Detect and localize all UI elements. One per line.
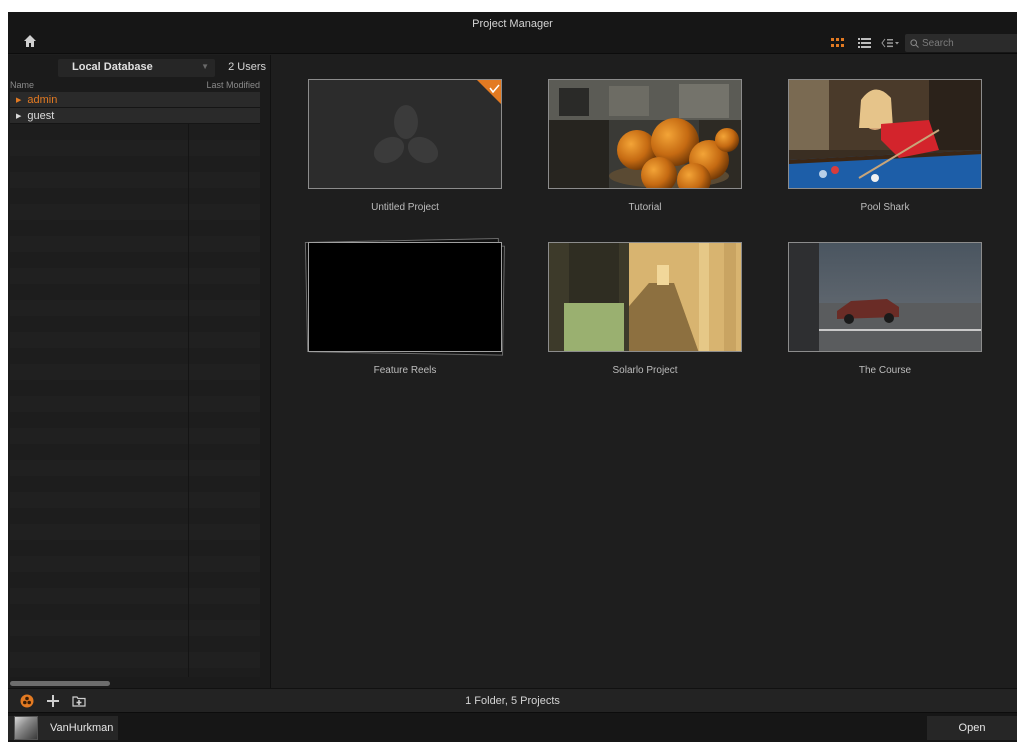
list-view-icon[interactable] <box>853 35 875 51</box>
thumbnail-image <box>549 243 741 351</box>
grid-view-icon[interactable] <box>827 35 849 51</box>
project-name: Untitled Project <box>371 202 439 213</box>
chevron-down-icon: ▼ <box>201 62 209 71</box>
resolve-logo-icon <box>373 80 501 164</box>
project-summary: 1 Folder, 5 Projects <box>465 695 560 707</box>
search-icon <box>910 38 919 48</box>
project-card[interactable]: The Course <box>788 242 982 376</box>
footer-bar: VanHurkman Open <box>8 712 1017 742</box>
avatar <box>14 716 38 740</box>
project-name: Tutorial <box>628 202 662 213</box>
user-sidebar: Local Database ▼ 2 Users Name Last Modif… <box>8 55 271 688</box>
project-card[interactable]: Tutorial <box>548 79 742 213</box>
project-card[interactable]: Solarlo Project <box>548 242 742 376</box>
folder-name: Feature Reels <box>373 365 437 376</box>
column-header-name[interactable]: Name <box>10 80 34 90</box>
database-label: Local Database <box>72 61 153 73</box>
tree-item-guest[interactable]: ▶ guest <box>10 108 260 124</box>
project-card[interactable]: Untitled Project <box>308 79 502 213</box>
search-field[interactable] <box>905 34 1017 52</box>
expand-arrow-icon[interactable]: ▶ <box>16 112 21 120</box>
thumbnail-image <box>549 80 741 188</box>
title-bar: Project Manager <box>8 12 1017 54</box>
project-thumbnail[interactable] <box>788 242 982 352</box>
folder-card[interactable]: Feature Reels <box>304 237 505 376</box>
view-toolbar <box>827 34 1017 52</box>
project-thumbnail[interactable] <box>548 79 742 189</box>
folder-thumbnail[interactable] <box>308 242 502 352</box>
thumbnail-image <box>789 80 981 188</box>
project-name: The Course <box>858 365 912 376</box>
project-thumbnail[interactable] <box>548 242 742 352</box>
database-header: Local Database ▼ 2 Users <box>8 59 271 77</box>
column-header-last-modified[interactable]: Last Modified <box>206 80 260 90</box>
database-select[interactable]: Local Database ▼ <box>58 59 215 77</box>
project-card[interactable]: Pool Shark <box>788 79 982 213</box>
tree-item-admin[interactable]: ▶ admin <box>10 92 260 108</box>
sort-icon[interactable] <box>879 35 901 51</box>
column-divider <box>188 92 189 677</box>
status-bar: 1 Folder, 5 Projects <box>8 688 1017 712</box>
window-title: Project Manager <box>472 18 553 30</box>
expand-arrow-icon[interactable]: ▶ <box>16 96 21 104</box>
user-name: VanHurkman <box>50 722 114 734</box>
column-headers: Name Last Modified <box>10 80 260 91</box>
search-input[interactable] <box>922 37 1010 49</box>
project-grid: Untitled Project Tutorial Pool Shark Fea… <box>272 55 1017 688</box>
project-name: Solarlo Project <box>612 365 678 376</box>
tree-item-label: admin <box>27 93 58 106</box>
tree-background <box>10 92 260 677</box>
tree-item-label: guest <box>27 109 55 122</box>
horizontal-scrollbar[interactable] <box>10 681 110 686</box>
project-manager-window: Project Manager Search Local Database ▼ … <box>8 12 1017 742</box>
open-button[interactable]: Open <box>927 716 1017 740</box>
user-count: 2 Users <box>228 61 266 73</box>
current-user[interactable]: VanHurkman <box>8 716 118 740</box>
thumbnail-image <box>789 243 981 351</box>
project-thumbnail[interactable] <box>788 79 982 189</box>
project-name: Pool Shark <box>860 202 910 213</box>
project-thumbnail[interactable] <box>308 79 502 189</box>
user-tree: ▶ admin ▶ guest <box>10 92 260 124</box>
home-icon[interactable] <box>22 34 38 50</box>
